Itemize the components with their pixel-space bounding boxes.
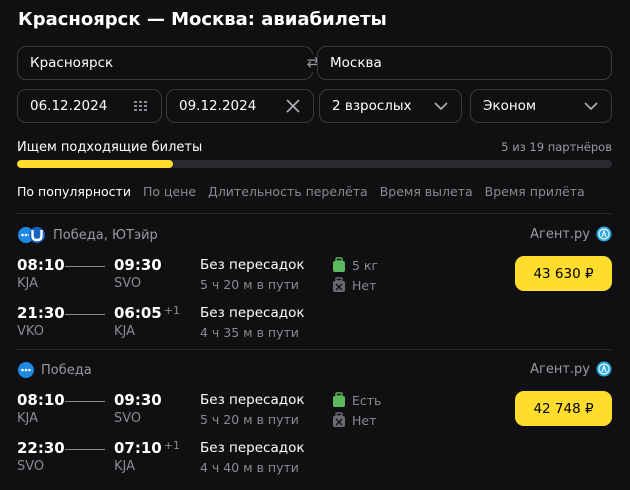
sort-price[interactable]: По цене: [143, 184, 196, 199]
baggage-text: 5 кг: [352, 257, 379, 273]
stops-info: Без пересадок: [200, 305, 305, 321]
partners-count: 5 из 19 партнёров: [501, 140, 612, 154]
route-line: [65, 266, 105, 267]
flight-segment: 22:30 07:10 +1 SVO KJA Без пересадок 4 ч …: [17, 439, 437, 479]
arrival-time-value: 09:30: [114, 256, 162, 274]
passengers-select[interactable]: 2 взрослых: [319, 89, 462, 123]
baggage-text: Нет: [352, 412, 377, 428]
departure-time: 21:30: [17, 304, 65, 322]
agent-logo-icon: [596, 226, 612, 242]
sort-arrival-time[interactable]: Время прилёта: [485, 184, 585, 199]
progress-bar: [17, 160, 612, 168]
origin-value: Красноярск: [30, 55, 114, 71]
sort-duration[interactable]: Длительность перелёта: [208, 184, 368, 199]
divider: [17, 349, 612, 350]
suitcase-icon: [333, 392, 345, 407]
day-shift: +1: [163, 304, 180, 317]
destination-field[interactable]: Москва: [317, 46, 612, 80]
agent-name: Агент.ру: [530, 361, 590, 377]
chevron-down-icon: [584, 102, 598, 111]
departure-airport: SVO: [17, 459, 45, 474]
sort-options: По популярности По цене Длительность пер…: [17, 184, 585, 199]
route-line: [65, 449, 105, 450]
no-baggage-icon: [333, 412, 345, 427]
arrival-airport: KJA: [114, 324, 136, 339]
flight-duration: 5 ч 20 м в пути: [200, 277, 299, 292]
stops-info: Без пересадок: [200, 392, 305, 408]
return-date-field[interactable]: 09.12.2024: [166, 89, 314, 123]
departure-airport: VKO: [17, 324, 44, 339]
baggage-item: Есть: [332, 392, 381, 408]
divider: [17, 213, 612, 214]
sort-popularity[interactable]: По популярности: [17, 184, 131, 199]
airline-logo-icon: [18, 227, 45, 243]
airline-info: Победа, ЮТэйр: [17, 226, 158, 244]
baggage-text: Нет: [352, 277, 377, 293]
stops-info: Без пересадок: [200, 257, 305, 273]
return-date-value: 09.12.2024: [179, 98, 257, 114]
baggage-item: Нет: [332, 277, 376, 293]
flight-duration: 4 ч 40 м в пути: [200, 460, 299, 475]
destination-value: Москва: [330, 55, 382, 71]
origin-field[interactable]: Красноярск: [17, 46, 313, 80]
chevron-down-icon: [434, 102, 448, 111]
progress-label: Ищем подходящие билеты: [17, 140, 203, 155]
airline-name: Победа: [41, 362, 92, 378]
result-card[interactable]: Победа Агент.ру 08:10 09:30 KJA SVO Без …: [17, 361, 612, 486]
arrival-time-value: 09:30: [114, 391, 162, 409]
route-line: [65, 401, 105, 402]
flight-duration: 5 ч 20 м в пути: [200, 412, 299, 427]
passengers-value: 2 взрослых: [332, 98, 412, 114]
progress-bar-fill: [17, 160, 174, 168]
cabin-class-select[interactable]: Эконом: [470, 89, 612, 123]
day-shift: +1: [163, 439, 180, 452]
airline-logo-icon: [18, 362, 34, 378]
arrival-time: 09:30: [114, 391, 164, 409]
airline-name: Победа, ЮТэйр: [53, 227, 158, 243]
arrival-airport: SVO: [114, 276, 142, 291]
departure-date-field[interactable]: 06.12.2024: [17, 89, 162, 123]
page-title: Красноярск — Москва: авиабилеты: [18, 9, 387, 30]
arrival-time: 06:05 +1: [114, 304, 180, 322]
departure-time: 08:10: [17, 391, 65, 409]
departure-airport: KJA: [17, 276, 39, 291]
arrival-time: 07:10 +1: [114, 439, 180, 457]
cabin-class-value: Эконом: [483, 98, 537, 114]
route-line: [65, 314, 105, 315]
agent-info: Агент.ру: [530, 361, 612, 377]
agent-info: Агент.ру: [530, 226, 612, 242]
baggage-item: Нет: [332, 412, 376, 428]
departure-airport: KJA: [17, 411, 39, 426]
departure-date-value: 06.12.2024: [30, 98, 108, 114]
agent-name: Агент.ру: [530, 226, 590, 242]
suitcase-icon: [333, 257, 345, 272]
agent-logo-icon: [596, 361, 612, 377]
close-icon[interactable]: [285, 98, 301, 114]
departure-time: 08:10: [17, 256, 65, 274]
result-card[interactable]: Победа, ЮТэйр Агент.ру 08:10 09:30 KJA S…: [17, 226, 612, 346]
flight-duration: 4 ч 35 м в пути: [200, 325, 299, 340]
arrival-airport: KJA: [114, 459, 136, 474]
baggage-item: 5 кг: [332, 257, 378, 273]
price-button[interactable]: 43 630 ₽: [515, 256, 612, 291]
no-baggage-icon: [333, 277, 345, 292]
arrival-time-value: 06:05: [114, 304, 162, 322]
arrival-time-value: 07:10: [114, 439, 162, 457]
price-button[interactable]: 42 748 ₽: [515, 391, 612, 426]
arrival-time: 09:30: [114, 256, 164, 274]
calendar-icon[interactable]: [133, 98, 149, 114]
departure-time: 22:30: [17, 439, 65, 457]
stops-info: Без пересадок: [200, 440, 305, 456]
airline-info: Победа: [17, 361, 92, 379]
baggage-text: Есть: [352, 392, 382, 408]
arrival-airport: SVO: [114, 411, 142, 426]
sort-departure-time[interactable]: Время вылета: [380, 184, 473, 199]
flight-segment: 21:30 06:05 +1 VKO KJA Без пересадок 4 ч …: [17, 304, 437, 344]
